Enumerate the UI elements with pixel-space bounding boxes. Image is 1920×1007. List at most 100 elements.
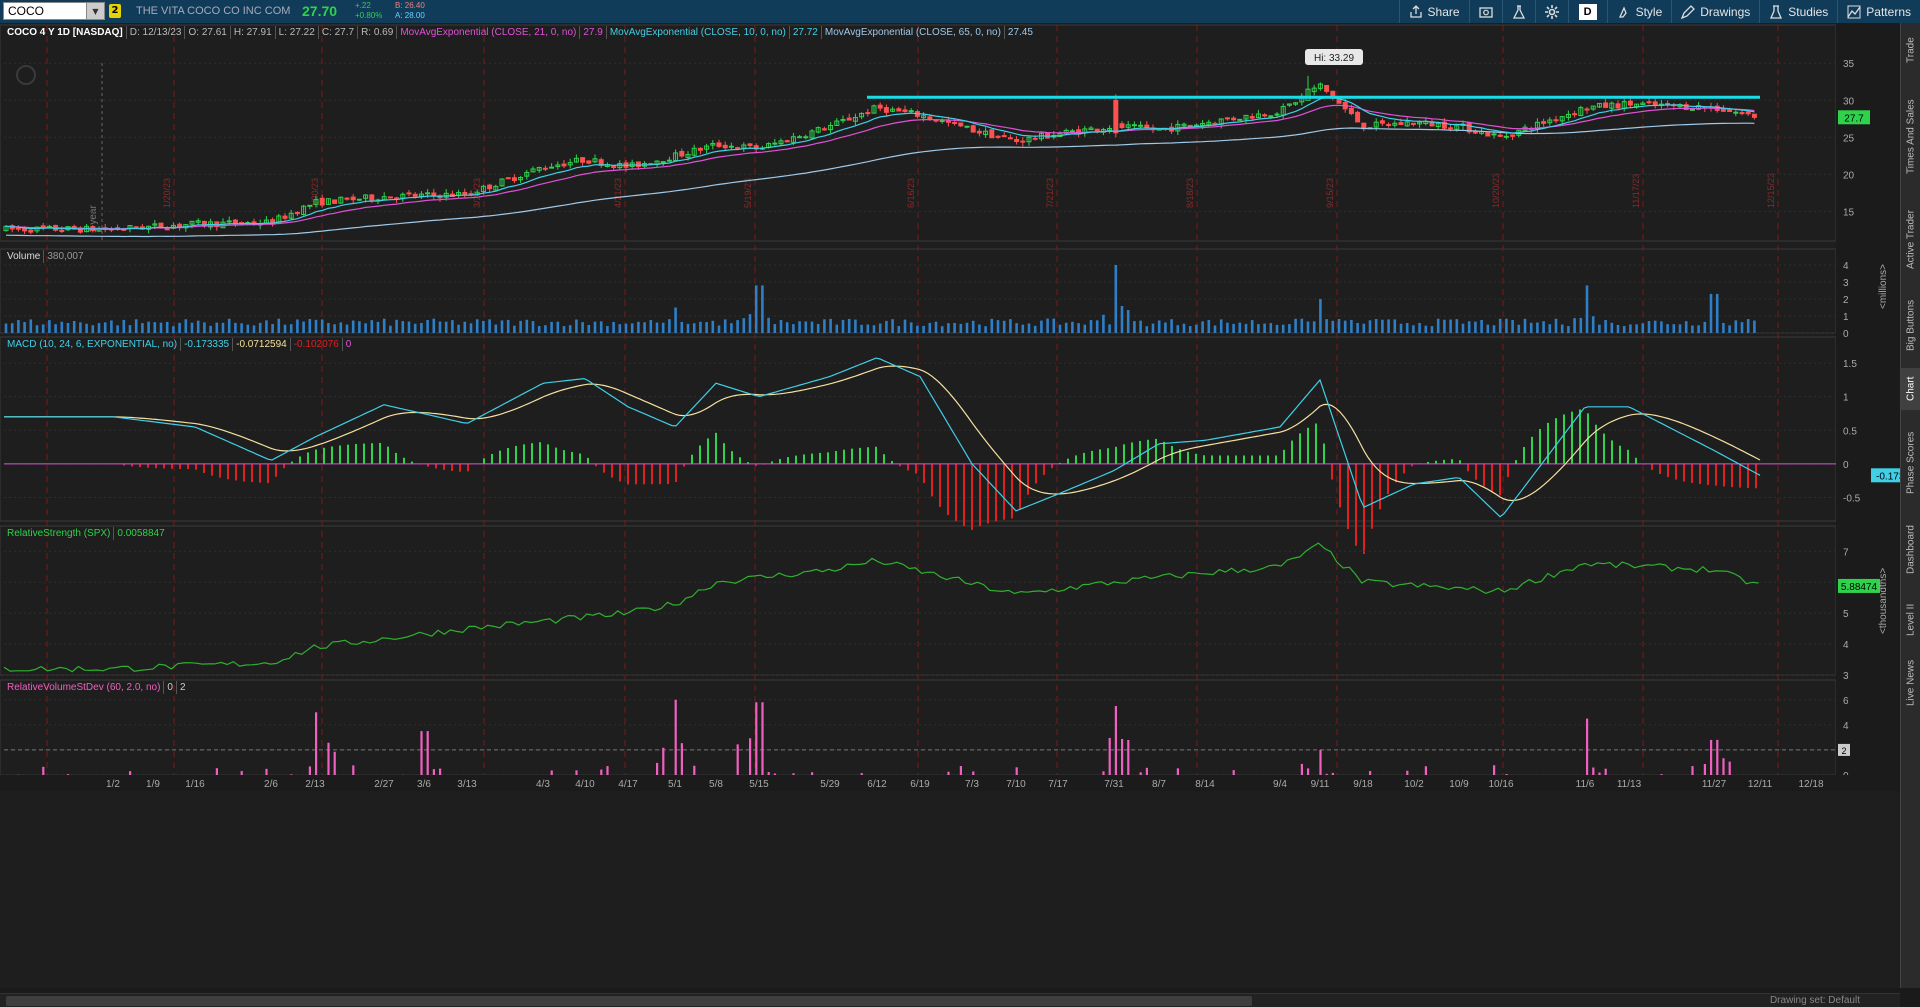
style-button[interactable]: Style bbox=[1607, 0, 1672, 23]
macd-title[interactable]: MACD (10, 24, 6, EXPONENTIAL, no) bbox=[4, 338, 181, 351]
rv-title[interactable]: RelativeVolumeStDev (60, 2.0, no) bbox=[4, 681, 164, 694]
ma65-label[interactable]: MovAvgExponential (CLOSE, 65, 0, no) bbox=[822, 26, 1005, 39]
macd-histogram-bar bbox=[691, 455, 693, 464]
tab-chart[interactable]: Chart bbox=[1901, 368, 1920, 410]
volume-bar bbox=[1586, 285, 1589, 333]
volume-bar bbox=[1518, 325, 1521, 333]
volume-pane-header: Volume 380,007 bbox=[4, 249, 87, 264]
tab-active-trader[interactable]: Active Trader bbox=[1901, 199, 1920, 281]
volume-bar bbox=[1003, 321, 1006, 333]
macd-histogram-bar bbox=[635, 464, 637, 484]
macd-histogram-bar bbox=[1675, 464, 1677, 480]
volume-bar bbox=[1542, 321, 1545, 333]
studies-label: Studies bbox=[1788, 5, 1828, 19]
macd-histogram-bar bbox=[1315, 423, 1317, 463]
share-button[interactable]: Share bbox=[1399, 0, 1469, 23]
chart-canvas[interactable]: 1/20/232/20/233/20/234/21/235/19/236/16/… bbox=[0, 23, 1900, 971]
volume-bar bbox=[309, 319, 312, 333]
volume-bar bbox=[650, 320, 653, 333]
price-tag-label: 27.7 bbox=[1844, 113, 1864, 124]
volume-bar bbox=[61, 322, 64, 333]
symbol-input[interactable] bbox=[4, 3, 86, 19]
macd-pane-bg bbox=[0, 337, 1836, 521]
tab-times-and-sales[interactable]: Times And Sales bbox=[1901, 83, 1920, 191]
tab-trade[interactable]: Trade bbox=[1901, 25, 1920, 75]
rv-bar bbox=[960, 766, 962, 775]
chart-area[interactable]: 1/20/232/20/233/20/234/21/235/19/236/16/… bbox=[0, 23, 1900, 988]
tab-level-ii[interactable]: Level II bbox=[1901, 592, 1920, 648]
volume-bar bbox=[1394, 319, 1397, 333]
tab-live-news[interactable]: Live News bbox=[1901, 654, 1920, 712]
macd-histogram-bar bbox=[371, 443, 373, 464]
chart-title[interactable]: COCO 4 Y 1D [NASDAQ] bbox=[4, 26, 127, 39]
candle-body bbox=[680, 151, 684, 155]
volume-bar bbox=[699, 322, 702, 333]
volume-title[interactable]: Volume bbox=[4, 250, 44, 263]
tab-big-buttons[interactable]: Big Buttons bbox=[1901, 289, 1920, 361]
macd-histogram-bar bbox=[995, 464, 997, 522]
rv-bar bbox=[1332, 773, 1334, 775]
ma21-label[interactable]: MovAvgExponential (CLOSE, 21, 0, no) bbox=[397, 26, 580, 39]
rv-bar bbox=[693, 766, 695, 775]
candle-body bbox=[562, 164, 566, 166]
rv-bar bbox=[600, 770, 602, 775]
macd-histogram-bar bbox=[1547, 423, 1549, 464]
macd-histogram-bar bbox=[507, 448, 509, 464]
candle-body bbox=[1356, 112, 1360, 122]
drawings-button[interactable]: Drawings bbox=[1671, 0, 1759, 23]
volume-bar bbox=[1158, 320, 1161, 333]
flask-button[interactable] bbox=[1502, 0, 1535, 23]
macd-histogram-bar bbox=[267, 464, 269, 483]
volume-bar bbox=[495, 324, 498, 333]
volume-bar bbox=[383, 319, 386, 333]
volume-bar bbox=[829, 319, 832, 333]
macd-histogram-bar bbox=[1371, 464, 1373, 529]
period-button[interactable]: D bbox=[1579, 4, 1597, 20]
candle-body bbox=[996, 136, 1000, 137]
rv-bar bbox=[1722, 758, 1724, 775]
symbol-selector[interactable]: ▼ bbox=[3, 2, 105, 20]
rv-bar bbox=[1425, 766, 1427, 775]
candle-body bbox=[1033, 138, 1037, 139]
volume-bar bbox=[1053, 319, 1056, 333]
rv-bar bbox=[606, 766, 608, 775]
time-scrollbar[interactable]: Drawing set: Default bbox=[0, 993, 1900, 1007]
candle-body bbox=[1473, 132, 1477, 133]
drawing-set-label[interactable]: Drawing set: Default bbox=[1770, 995, 1860, 1006]
volume-bar bbox=[315, 320, 318, 333]
macd-histogram-bar bbox=[971, 464, 973, 530]
macd-histogram-bar bbox=[539, 442, 541, 464]
right-side-tabs: Trade Times And Sales Active Trader Big But… bbox=[1900, 23, 1920, 988]
candle-body bbox=[581, 158, 585, 163]
ma10-label[interactable]: MovAvgExponential (CLOSE, 10, 0, no) bbox=[607, 26, 790, 39]
macd-histogram-bar bbox=[1067, 459, 1069, 464]
candle-body bbox=[1411, 123, 1415, 124]
tab-phase-scores[interactable]: Phase Scores bbox=[1901, 418, 1920, 508]
volume-bar bbox=[1561, 325, 1564, 333]
chevron-down-icon[interactable]: ▼ bbox=[86, 3, 104, 19]
studies-button[interactable]: Studies bbox=[1759, 0, 1837, 23]
volume-bar bbox=[5, 323, 8, 333]
candle-body bbox=[661, 162, 665, 163]
link-group-badge[interactable]: 2 bbox=[109, 4, 121, 18]
macd-histogram-bar bbox=[1627, 450, 1629, 464]
snapshot-button[interactable] bbox=[1469, 0, 1502, 23]
month-marker-label: 4/21/23 bbox=[613, 178, 623, 208]
volume-bar bbox=[1270, 323, 1273, 333]
ma10-value: 27.72 bbox=[790, 26, 822, 39]
patterns-button[interactable]: Patterns bbox=[1837, 0, 1920, 23]
volume-tick-label: 1 bbox=[1843, 312, 1849, 323]
candle-body bbox=[1095, 129, 1099, 131]
tab-dashboard[interactable]: Dashboard bbox=[1901, 516, 1920, 584]
scrollbar-thumb[interactable] bbox=[6, 996, 1252, 1006]
candle-body bbox=[1504, 136, 1508, 137]
volume-bar bbox=[1065, 323, 1068, 333]
rs-title[interactable]: RelativeStrength (SPX) bbox=[4, 527, 114, 540]
candle-body bbox=[1325, 85, 1329, 91]
volume-bar bbox=[414, 324, 417, 333]
settings-button[interactable] bbox=[1535, 0, 1568, 23]
volume-bar bbox=[1139, 321, 1142, 333]
rs-tag-label: 5.88474 bbox=[1841, 582, 1878, 593]
candle-body bbox=[1616, 104, 1620, 108]
time-axis-label: 3/6 bbox=[417, 779, 431, 790]
